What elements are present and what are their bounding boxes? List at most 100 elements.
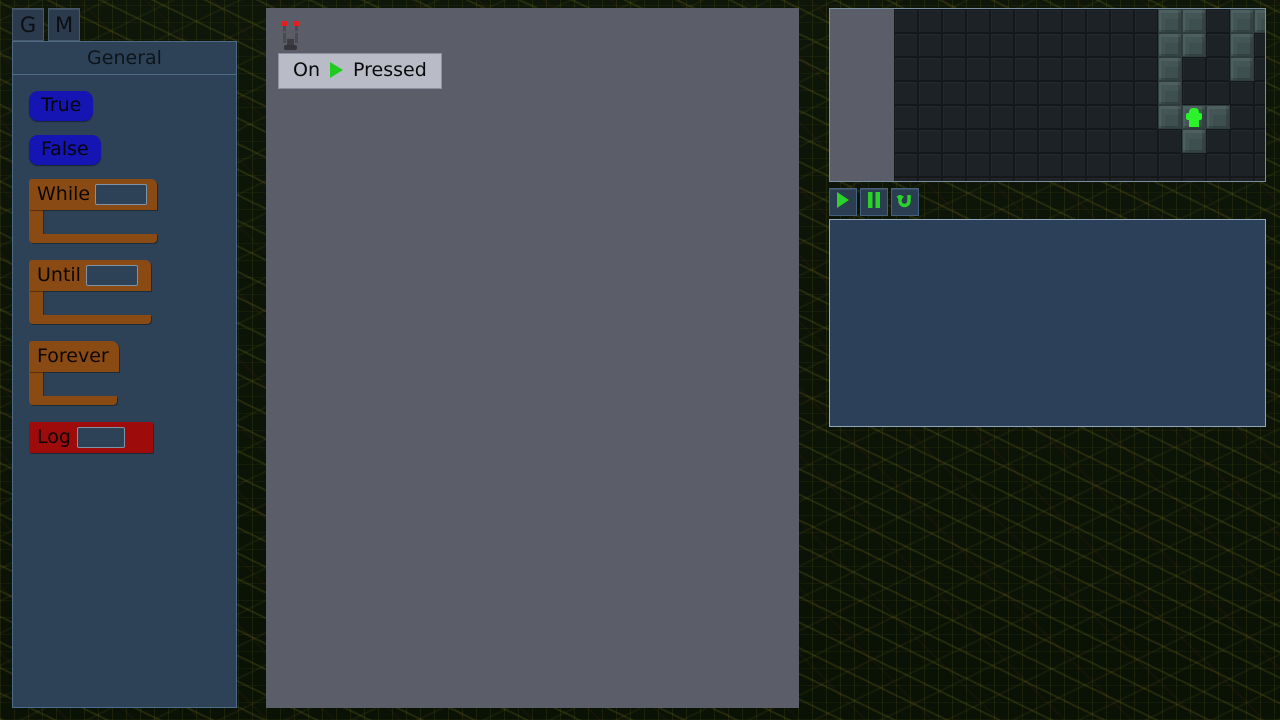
dark-tile bbox=[942, 81, 966, 105]
block-log-value-slot[interactable] bbox=[76, 426, 125, 448]
block-until-label: Until bbox=[37, 264, 81, 286]
dark-tile bbox=[966, 153, 990, 177]
dark-tile bbox=[1230, 177, 1254, 181]
dark-tile bbox=[942, 129, 966, 153]
dark-tile bbox=[1206, 129, 1230, 153]
dark-tile bbox=[1254, 177, 1265, 181]
dark-tile bbox=[1038, 105, 1062, 129]
dark-tile bbox=[942, 177, 966, 181]
app-root: G M General True False While Until Forev… bbox=[0, 0, 1280, 720]
dark-tile bbox=[1134, 9, 1158, 33]
dark-tile bbox=[1110, 9, 1134, 33]
dark-tile bbox=[1086, 105, 1110, 129]
dark-tile bbox=[894, 105, 918, 129]
pause-icon bbox=[867, 192, 881, 212]
play-icon bbox=[836, 192, 850, 212]
dark-tile bbox=[1158, 129, 1182, 153]
tab-map[interactable]: M bbox=[48, 8, 80, 41]
block-until-head: Until bbox=[29, 260, 151, 291]
dark-tile bbox=[1038, 129, 1062, 153]
dark-tile bbox=[1038, 81, 1062, 105]
dark-tile bbox=[942, 33, 966, 57]
dark-tile bbox=[990, 129, 1014, 153]
dark-tile bbox=[1134, 153, 1158, 177]
dark-tile bbox=[1230, 129, 1254, 153]
dark-tile bbox=[1086, 9, 1110, 33]
stone-tile bbox=[1254, 9, 1265, 33]
block-until-arm bbox=[29, 291, 43, 315]
palette-block-list: True False While Until Forever Log bbox=[13, 75, 236, 453]
block-until-condition-slot[interactable] bbox=[85, 264, 138, 286]
hat-block-suffix: Pressed bbox=[353, 59, 427, 81]
dark-tile bbox=[1182, 57, 1206, 81]
pause-button[interactable] bbox=[860, 188, 888, 216]
block-true[interactable]: True bbox=[29, 91, 94, 121]
dark-tile bbox=[1134, 81, 1158, 105]
block-log[interactable]: Log bbox=[29, 422, 153, 453]
dark-tile bbox=[1206, 177, 1230, 181]
dark-tile bbox=[1110, 153, 1134, 177]
dark-tile bbox=[1110, 177, 1134, 181]
block-forever[interactable]: Forever bbox=[29, 341, 119, 405]
dark-tile bbox=[1086, 177, 1110, 181]
reset-button[interactable] bbox=[891, 188, 919, 216]
game-viewport[interactable] bbox=[829, 8, 1266, 182]
block-until[interactable]: Until bbox=[29, 260, 151, 324]
dark-tile bbox=[1254, 81, 1265, 105]
dark-tile bbox=[894, 33, 918, 57]
play-button[interactable] bbox=[829, 188, 857, 216]
dark-tile bbox=[1110, 33, 1134, 57]
dark-tile bbox=[918, 129, 942, 153]
block-while-label: While bbox=[37, 183, 91, 205]
dark-tile bbox=[1206, 9, 1230, 33]
dark-tile bbox=[1062, 57, 1086, 81]
dark-tile bbox=[966, 9, 990, 33]
dark-tile bbox=[1038, 57, 1062, 81]
dark-tile bbox=[1134, 105, 1158, 129]
block-forever-foot bbox=[29, 396, 117, 405]
block-until-foot bbox=[29, 315, 151, 324]
tile-map bbox=[894, 9, 1265, 181]
block-while-arm bbox=[29, 210, 43, 234]
block-false[interactable]: False bbox=[29, 135, 101, 165]
block-while-condition-slot[interactable] bbox=[95, 183, 148, 205]
block-log-label: Log bbox=[37, 426, 71, 448]
tab-map-label: M bbox=[54, 12, 74, 37]
dark-tile bbox=[894, 57, 918, 81]
dark-tile bbox=[1134, 129, 1158, 153]
dark-tile bbox=[942, 105, 966, 129]
tab-general[interactable]: G bbox=[12, 8, 44, 41]
dark-tile bbox=[1014, 153, 1038, 177]
dark-tile bbox=[1134, 33, 1158, 57]
dark-tile bbox=[966, 177, 990, 181]
dark-tile bbox=[1206, 153, 1230, 177]
dark-tile bbox=[894, 129, 918, 153]
block-while[interactable]: While bbox=[29, 179, 157, 243]
dark-tile bbox=[1110, 105, 1134, 129]
dark-tile bbox=[894, 153, 918, 177]
block-forever-label: Forever bbox=[37, 345, 109, 367]
block-forever-arm bbox=[29, 372, 43, 396]
stone-tile bbox=[1158, 105, 1182, 129]
dark-tile bbox=[1086, 57, 1110, 81]
dark-tile bbox=[1158, 177, 1182, 181]
dark-tile bbox=[1062, 33, 1086, 57]
dark-tile bbox=[966, 81, 990, 105]
console-output-panel[interactable] bbox=[829, 219, 1266, 427]
palette-row-false: False bbox=[29, 135, 236, 179]
dark-tile bbox=[1014, 129, 1038, 153]
dark-tile bbox=[942, 57, 966, 81]
hat-block-on-pressed[interactable]: On Pressed bbox=[278, 53, 442, 89]
dark-tile bbox=[894, 177, 918, 181]
dark-tile bbox=[918, 33, 942, 57]
dark-tile bbox=[894, 9, 918, 33]
dark-tile bbox=[966, 129, 990, 153]
dark-tile bbox=[1158, 153, 1182, 177]
dark-tile bbox=[1062, 9, 1086, 33]
script-workspace[interactable]: On Pressed bbox=[266, 8, 799, 708]
dark-tile bbox=[966, 105, 990, 129]
tabstrip: G M bbox=[12, 8, 80, 41]
dark-tile bbox=[918, 9, 942, 33]
dark-tile bbox=[1254, 129, 1265, 153]
dark-tile bbox=[1062, 129, 1086, 153]
